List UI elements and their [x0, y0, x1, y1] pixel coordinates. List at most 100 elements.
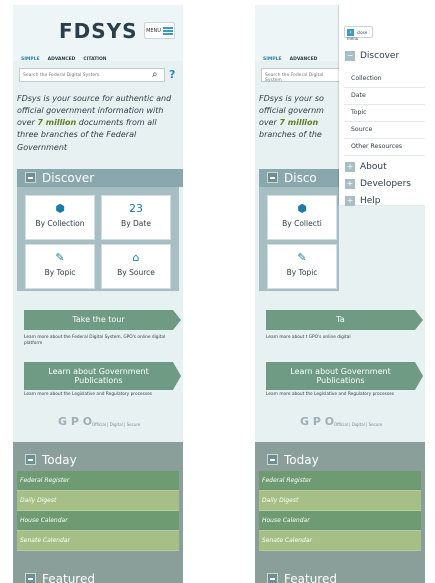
- by-collection-card[interactable]: ⬢ By Collecti: [267, 195, 337, 240]
- mobile-screen-default: FDSYS MENU SIMPLE ADVANCED CITATION Sear…: [13, 5, 183, 583]
- menu-section-label: Developers: [360, 179, 411, 189]
- featured-header[interactable]: Featured: [259, 570, 425, 583]
- collapse-icon: [267, 573, 278, 583]
- discover-submenu: Collection Date Topic Source Other Resou…: [344, 71, 425, 156]
- menu-section-developers[interactable]: + Developers: [345, 179, 411, 189]
- plus-icon: +: [345, 162, 355, 172]
- by-topic-card[interactable]: ✎ By Topic: [267, 244, 337, 289]
- menu-section-label: Help: [360, 196, 381, 206]
- card-label: By Source: [117, 268, 155, 277]
- mobile-screen-menu-open: SIMPLE ADVANCED Search the Federal Digit…: [255, 5, 425, 583]
- chevron-left-icon: ‹: [347, 29, 354, 36]
- card-label: By Topic: [286, 268, 318, 277]
- list-item[interactable]: Senate Calendar: [259, 531, 421, 551]
- plus-icon: +: [345, 179, 355, 189]
- featured-title: Featured: [284, 572, 337, 583]
- help-icon[interactable]: ?: [169, 68, 175, 81]
- learn-publications-button[interactable]: Learn about Government Publications: [24, 362, 181, 390]
- menu-item-source[interactable]: Source: [344, 122, 425, 139]
- list-item[interactable]: House Calendar: [17, 511, 179, 531]
- intro-text: FDsys is your source for authentic and o…: [17, 93, 179, 154]
- gpo-logo: G P O: [300, 415, 335, 428]
- intro-highlight: 7 million: [37, 118, 77, 128]
- gpo-tagline: Official | Digital | Secure: [334, 422, 383, 427]
- gpo-logo: G P O: [58, 415, 93, 428]
- card-label: By Date: [121, 219, 151, 228]
- learn-description: Learn more about the Legislative and Reg…: [266, 392, 394, 397]
- tab-simple[interactable]: SIMPLE: [263, 57, 282, 62]
- navigation-menu-overlay: ‹ close menu − Discover Collection Date To…: [339, 5, 425, 206]
- intro-line-2: official governm: [259, 106, 324, 116]
- list-item[interactable]: Daily Digest: [17, 491, 179, 511]
- menu-section-label: About: [360, 162, 387, 172]
- discover-title: Discover: [42, 171, 95, 185]
- building-icon: ⌂: [132, 251, 140, 264]
- by-collection-card[interactable]: ⬢ By Collection: [25, 195, 95, 240]
- collapse-icon: [25, 172, 36, 183]
- by-source-card[interactable]: ⌂ By Source: [101, 244, 171, 289]
- take-tour-button[interactable]: Take the tour: [24, 310, 181, 330]
- list-item[interactable]: Federal Register: [259, 471, 421, 491]
- search-tabs: SIMPLE ADVANCED: [263, 57, 317, 62]
- discover-header[interactable]: Disco: [259, 169, 339, 187]
- intro-highlight: 7 million: [279, 118, 319, 128]
- gpo-tagline: Official | Digital | Secure: [92, 422, 141, 427]
- package-icon: ⬢: [297, 202, 307, 215]
- menu-item-other-resources[interactable]: Other Resources: [344, 139, 425, 156]
- intro-text-partial: FDsys is your so official governm over 7…: [259, 93, 339, 142]
- package-icon: ⬢: [55, 202, 65, 215]
- menu-item-topic[interactable]: Topic: [344, 105, 425, 122]
- hamburger-icon: [162, 26, 173, 35]
- tab-advanced[interactable]: ADVANCED: [290, 57, 318, 62]
- calendar-icon: 23: [129, 202, 143, 215]
- menu-item-date[interactable]: Date: [344, 88, 425, 105]
- list-item[interactable]: Federal Register: [17, 471, 179, 491]
- tour-description: Learn more about t GPO's online digital: [266, 335, 351, 340]
- menu-section-about[interactable]: + About: [345, 162, 387, 172]
- list-item[interactable]: House Calendar: [259, 511, 421, 531]
- learn-description: Learn more about the Legislative and Reg…: [24, 392, 152, 397]
- menu-label: MENU: [146, 27, 161, 34]
- wrench-icon: ✎: [55, 251, 65, 264]
- search-icon[interactable]: ⌕: [152, 69, 158, 80]
- today-header[interactable]: Today: [259, 451, 425, 469]
- today-title: Today: [42, 453, 77, 467]
- today-title: Today: [284, 453, 319, 467]
- search-tabs: SIMPLE ADVANCED CITATION: [21, 57, 107, 62]
- card-label: By Collection: [35, 219, 85, 228]
- list-item[interactable]: Senate Calendar: [17, 531, 179, 551]
- list-item[interactable]: Daily Digest: [259, 491, 421, 511]
- plus-icon: +: [345, 196, 355, 206]
- learn-publications-button[interactable]: Learn about Government Publications: [266, 362, 423, 390]
- header-bar: FDSYS MENU: [13, 5, 183, 61]
- by-date-card[interactable]: 23 By Date: [101, 195, 171, 240]
- menu-item-collection[interactable]: Collection: [344, 71, 425, 88]
- tab-citation[interactable]: CITATION: [83, 57, 106, 62]
- take-tour-button[interactable]: Ta: [266, 310, 423, 330]
- search-input[interactable]: Search the Federal Digital System: [19, 68, 165, 82]
- search-input[interactable]: Search the Federal Digital System: [261, 68, 341, 83]
- collapse-icon: [25, 454, 36, 465]
- intro-line-3: over 7 million: [259, 117, 339, 129]
- discover-header[interactable]: Discover: [17, 169, 183, 187]
- discover-title-partial: Disco: [284, 171, 317, 185]
- collapse-icon: [267, 454, 278, 465]
- intro-line-1: FDsys is your so: [259, 94, 324, 103]
- card-label: By Collecti: [282, 219, 322, 228]
- tour-description: Learn more about the Federal Digital Sys…: [24, 335, 166, 346]
- menu-section-discover[interactable]: − Discover: [345, 51, 399, 61]
- featured-header[interactable]: Featured: [17, 570, 183, 583]
- close-menu-button[interactable]: ‹ close menu: [344, 26, 373, 41]
- wrench-icon: ✎: [297, 251, 307, 264]
- intro-line-3-text: over: [259, 118, 280, 128]
- menu-section-help[interactable]: + Help: [345, 196, 381, 206]
- card-label: By Topic: [44, 268, 76, 277]
- by-topic-card[interactable]: ✎ By Topic: [25, 244, 95, 289]
- learn-label: Learn about Government Publications: [290, 367, 391, 385]
- tab-simple[interactable]: SIMPLE: [21, 57, 40, 62]
- tab-advanced[interactable]: ADVANCED: [48, 57, 76, 62]
- today-list: Federal Register Daily Digest House Cale…: [17, 471, 179, 551]
- collapse-icon: [267, 172, 278, 183]
- today-header[interactable]: Today: [17, 451, 183, 469]
- menu-button[interactable]: MENU: [144, 22, 175, 39]
